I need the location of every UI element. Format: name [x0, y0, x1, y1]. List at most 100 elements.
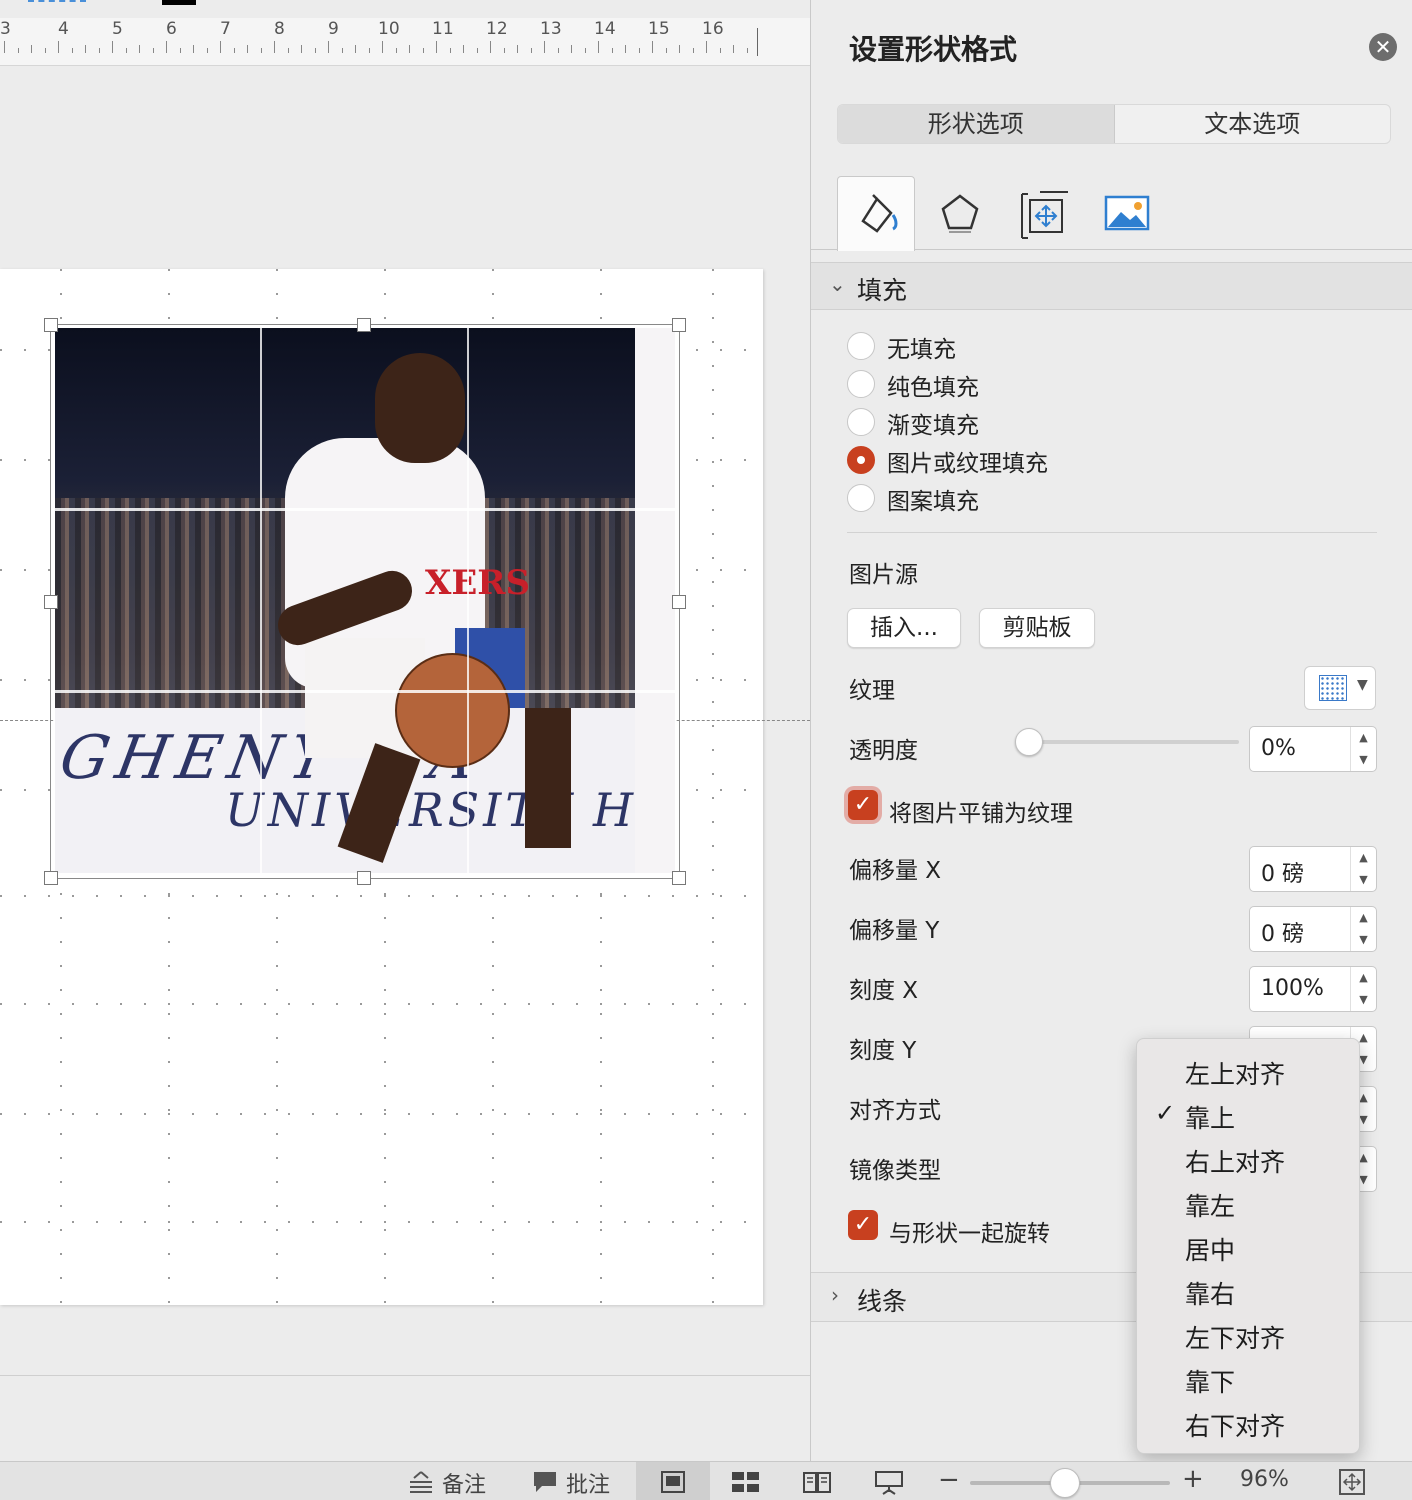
ruler-tick [652, 41, 653, 53]
size-properties-tab[interactable] [1003, 176, 1081, 250]
radio-button[interactable] [847, 332, 875, 360]
mirror-type-label: 镜像类型 [849, 1158, 941, 1184]
ruler-tick [355, 45, 356, 53]
ruler-tick [233, 48, 235, 53]
ruler-number: 14 [594, 19, 616, 39]
stepper-arrows[interactable]: ▲ ▼ [1350, 847, 1376, 891]
fill-section-header[interactable]: ⌄ 填充 [811, 262, 1412, 310]
chevron-down-icon: ⌄ [829, 272, 846, 296]
ruler-number: 9 [328, 19, 339, 39]
alignment-label: 对齐方式 [849, 1098, 941, 1124]
chevron-right-icon: › [831, 1283, 839, 1307]
ruler-tick [706, 41, 707, 53]
stepper-arrows[interactable]: ▲ ▼ [1350, 967, 1376, 1011]
stepper-arrows[interactable]: ▲ ▼ [1350, 727, 1376, 771]
menu-item-bottom[interactable]: 靠下 [1185, 1363, 1235, 1399]
picture-tab[interactable] [1086, 176, 1164, 250]
transparency-stepper[interactable]: 0% ▲ ▼ [1249, 726, 1377, 772]
transparency-slider-knob[interactable] [1015, 728, 1043, 756]
menu-item-top[interactable]: 靠上 [1185, 1099, 1235, 1135]
top-strip [0, 0, 812, 18]
close-button[interactable]: ✕ [1369, 33, 1397, 61]
ruler-tick [301, 45, 302, 53]
ruler-tick [517, 45, 518, 53]
ruler-tick [341, 48, 343, 53]
resize-handle[interactable] [672, 871, 686, 885]
shape-effects-tab[interactable] [920, 176, 998, 250]
resize-handle[interactable] [44, 318, 58, 332]
radio-button[interactable] [847, 370, 875, 398]
shape-effects-icon [941, 194, 979, 233]
size-properties-icon [1021, 191, 1068, 239]
ruler-tick [598, 41, 599, 53]
offset-x-stepper[interactable]: 0 磅 ▲ ▼ [1249, 846, 1377, 892]
insert-button[interactable]: 插入... [847, 608, 961, 648]
selection-frame[interactable] [44, 318, 686, 885]
radio-button[interactable] [847, 408, 875, 436]
comments-button[interactable]: 批注 [566, 1467, 610, 1499]
ruler-tick [409, 45, 410, 53]
resize-handle[interactable] [357, 318, 371, 332]
menu-item-right[interactable]: 靠右 [1185, 1275, 1235, 1311]
normal-view-button[interactable] [636, 1462, 710, 1500]
resize-handle[interactable] [44, 595, 58, 609]
clipboard-button[interactable]: 剪贴板 [979, 608, 1095, 648]
fit-to-window-icon[interactable] [1338, 1468, 1366, 1496]
ruler-tick [179, 48, 181, 53]
fill-line-tab[interactable] [837, 176, 915, 251]
menu-item-top-left[interactable]: 左上对齐 [1185, 1055, 1285, 1091]
transparency-slider[interactable] [1029, 740, 1239, 744]
ruler-number: 7 [220, 19, 231, 39]
zoom-out-button[interactable]: − [938, 1465, 960, 1495]
ruler-tick [436, 41, 437, 53]
tab-shape-options[interactable]: 形状选项 [838, 105, 1115, 143]
menu-item-center[interactable]: 居中 [1185, 1231, 1235, 1267]
zoom-slider-knob[interactable] [1050, 1468, 1080, 1498]
ruler-number: 15 [648, 19, 670, 39]
resize-handle[interactable] [44, 871, 58, 885]
menu-item-left[interactable]: 靠左 [1185, 1187, 1235, 1223]
stepper-arrows[interactable]: ▲ ▼ [1350, 907, 1376, 951]
texture-picker[interactable]: ▼ [1304, 666, 1376, 710]
ruler-margin-marker[interactable] [757, 28, 758, 56]
ruler-tick [125, 48, 127, 53]
ruler-tick [476, 48, 478, 53]
menu-item-bottom-right[interactable]: 右下对齐 [1185, 1407, 1285, 1443]
tile-checkbox[interactable]: ✓ [848, 790, 878, 820]
pane-title: 设置形状格式 [849, 33, 1018, 66]
fill-section-label: 填充 [857, 276, 908, 305]
zoom-level[interactable]: 96% [1240, 1467, 1289, 1492]
radio-button[interactable] [847, 484, 875, 512]
tab-text-options[interactable]: 文本选项 [1115, 105, 1391, 143]
resize-handle[interactable] [672, 318, 686, 332]
ruler-tick [368, 48, 370, 53]
slideshow-icon[interactable] [874, 1470, 904, 1496]
rotate-with-shape-checkbox[interactable]: ✓ [848, 1210, 878, 1240]
alignment-menu: 左上对齐 ✓ 靠上 右上对齐 靠左 居中 靠右 左下对齐 靠下 右下对齐 [1136, 1038, 1360, 1454]
grid-guide-horizontal [0, 1003, 763, 1005]
ruler-tick [206, 48, 208, 53]
menu-item-top-right[interactable]: 右上对齐 [1185, 1143, 1285, 1179]
grid-guide-horizontal [0, 895, 763, 897]
ruler-tick [328, 41, 329, 53]
menu-item-bottom-left[interactable]: 左下对齐 [1185, 1319, 1285, 1355]
scale-x-stepper[interactable]: 100% ▲ ▼ [1249, 966, 1377, 1012]
ruler-tick [287, 48, 289, 53]
reading-view-icon[interactable] [802, 1470, 832, 1494]
zoom-in-button[interactable]: + [1182, 1464, 1204, 1494]
divider [847, 532, 1377, 533]
resize-handle[interactable] [357, 871, 371, 885]
offset-y-value: 0 磅 [1261, 922, 1304, 947]
notes-button[interactable]: 备注 [442, 1467, 486, 1499]
slide-sorter-icon[interactable] [731, 1470, 761, 1494]
radio-button-selected[interactable] [847, 446, 875, 474]
ruler-tick [544, 41, 545, 53]
ruler-number: 3 [0, 19, 11, 39]
horizontal-ruler[interactable]: 3 4 5 6 7 8 9 10 11 12 13 14 15 16 [0, 18, 812, 66]
texture-label: 纹理 [849, 678, 895, 704]
offset-y-stepper[interactable]: 0 磅 ▲ ▼ [1249, 906, 1377, 952]
ruler-tick [382, 41, 383, 53]
resize-handle[interactable] [672, 595, 686, 609]
ruler-tick [395, 48, 397, 53]
comments-icon [534, 1472, 556, 1492]
